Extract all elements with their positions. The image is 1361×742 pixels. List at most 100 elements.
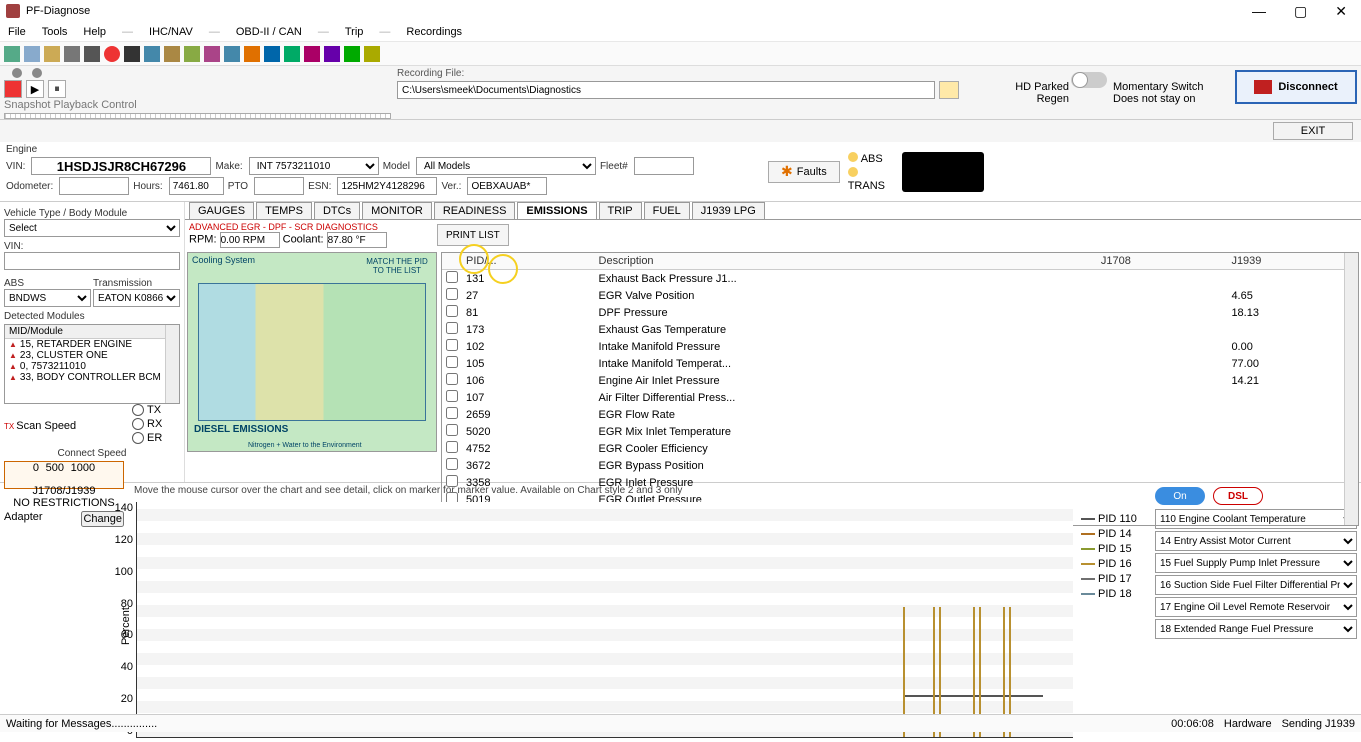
tab-temps[interactable]: TEMPS [256, 202, 312, 219]
esn-input[interactable] [337, 177, 437, 195]
vin-input[interactable] [31, 157, 211, 175]
tool-icon[interactable] [364, 46, 380, 62]
menu-ihcnav[interactable]: IHC/NAV [149, 26, 193, 38]
tx-radio[interactable]: TX [132, 404, 180, 416]
table-row[interactable]: 81DPF Pressure18.13 [442, 304, 1358, 321]
table-row[interactable]: 4752EGR Cooler Efficiency [442, 440, 1358, 457]
tool-icon[interactable] [224, 46, 240, 62]
menu-file[interactable]: File [8, 26, 26, 38]
row-checkbox[interactable] [446, 441, 458, 453]
table-row[interactable]: 2659EGR Flow Rate [442, 406, 1358, 423]
tab-emissions[interactable]: EMISSIONS [517, 202, 596, 219]
table-row[interactable]: 27EGR Valve Position4.65 [442, 287, 1358, 304]
tool-icon[interactable] [44, 46, 60, 62]
record-icon[interactable] [104, 46, 120, 62]
rx-radio[interactable]: RX [132, 418, 180, 430]
table-row[interactable]: 3672EGR Bypass Position [442, 457, 1358, 474]
row-checkbox[interactable] [446, 475, 458, 487]
table-row[interactable]: 5020EGR Mix Inlet Temperature [442, 423, 1358, 440]
row-checkbox[interactable] [446, 322, 458, 334]
tool-icon[interactable] [204, 46, 220, 62]
side-vin-input[interactable] [4, 252, 180, 270]
pid-select[interactable]: 14 Entry Assist Motor Current [1155, 531, 1357, 551]
tool-icon[interactable] [304, 46, 320, 62]
odo-input[interactable] [59, 177, 129, 195]
row-checkbox[interactable] [446, 356, 458, 368]
vehicle-type-select[interactable]: Select [4, 219, 180, 237]
module-item[interactable]: 15, RETARDER ENGINE [5, 339, 179, 350]
pid-select[interactable]: 16 Suction Side Fuel Filter Differential… [1155, 575, 1357, 595]
tool-icon[interactable] [144, 46, 160, 62]
pid-select[interactable]: 15 Fuel Supply Pump Inlet Pressure [1155, 553, 1357, 573]
scrollbar[interactable] [165, 325, 179, 403]
maximize-button[interactable]: ▢ [1294, 3, 1307, 20]
table-row[interactable]: 3358EGR Inlet Pressure [442, 474, 1358, 491]
row-checkbox[interactable] [446, 288, 458, 300]
stop-icon[interactable] [124, 46, 140, 62]
tool-icon[interactable] [324, 46, 340, 62]
pid-select[interactable]: 17 Engine Oil Level Remote Reservoir [1155, 597, 1357, 617]
table-row[interactable]: 106Engine Air Inlet Pressure14.21 [442, 372, 1358, 389]
row-checkbox[interactable] [446, 407, 458, 419]
make-select[interactable]: INT 7573211010 [249, 157, 379, 175]
abs-select[interactable]: BNDWS [4, 289, 91, 307]
row-checkbox[interactable] [446, 339, 458, 351]
tool-icon[interactable] [184, 46, 200, 62]
minimize-button[interactable]: — [1252, 3, 1266, 20]
ver-input[interactable] [467, 177, 547, 195]
row-checkbox[interactable] [446, 305, 458, 317]
recording-file-input[interactable] [397, 81, 935, 99]
menu-help[interactable]: Help [83, 26, 106, 38]
model-select[interactable]: All Models [416, 157, 596, 175]
tool-icon[interactable] [264, 46, 280, 62]
tab-readiness[interactable]: READINESS [434, 202, 516, 219]
er-radio[interactable]: ER [132, 432, 180, 444]
module-list[interactable]: MID/Module 15, RETARDER ENGINE23, CLUSTE… [4, 324, 180, 404]
tool-icon[interactable] [284, 46, 300, 62]
pause-button[interactable]: ⏸ [48, 80, 66, 98]
chart-plot[interactable]: Percent 140120100806040200 [136, 502, 1073, 738]
tool-icon[interactable] [64, 46, 80, 62]
row-checkbox[interactable] [446, 390, 458, 402]
row-checkbox[interactable] [446, 458, 458, 470]
tab-fuel[interactable]: FUEL [644, 202, 690, 219]
table-row[interactable]: 107Air Filter Differential Press... [442, 389, 1358, 406]
module-item[interactable]: 33, BODY CONTROLLER BCM [5, 372, 179, 383]
table-row[interactable]: 102Intake Manifold Pressure0.00 [442, 338, 1358, 355]
record-button[interactable] [4, 80, 22, 98]
row-checkbox[interactable] [446, 424, 458, 436]
browse-button[interactable] [939, 81, 959, 99]
tool-icon[interactable] [24, 46, 40, 62]
tool-icon[interactable] [244, 46, 260, 62]
playback-slider[interactable] [4, 113, 391, 119]
row-checkbox[interactable] [446, 373, 458, 385]
faults-button[interactable]: ✱ Faults [768, 161, 840, 183]
tab-gauges[interactable]: GAUGES [189, 202, 254, 219]
row-checkbox[interactable] [446, 271, 458, 283]
print-list-button[interactable]: PRINT LIST [437, 224, 509, 246]
tab-j1939lpg[interactable]: J1939 LPG [692, 202, 765, 219]
tool-icon[interactable] [344, 46, 360, 62]
table-row[interactable]: 173Exhaust Gas Temperature [442, 321, 1358, 338]
module-item[interactable]: 23, CLUSTER ONE [5, 350, 179, 361]
tab-trip[interactable]: TRIP [599, 202, 642, 219]
tool-icon[interactable] [84, 46, 100, 62]
pto-input[interactable] [254, 177, 304, 195]
module-item[interactable]: 0, 7573211010 [5, 361, 179, 372]
regen-toggle[interactable] [1071, 72, 1107, 88]
tab-dtcs[interactable]: DTCs [314, 202, 360, 219]
menu-trip[interactable]: Trip [345, 26, 364, 38]
exit-button[interactable]: EXIT [1273, 122, 1353, 140]
tool-icon[interactable] [4, 46, 20, 62]
tool-icon[interactable] [164, 46, 180, 62]
pid-select[interactable]: 18 Extended Range Fuel Pressure [1155, 619, 1357, 639]
close-button[interactable]: ✕ [1335, 3, 1347, 20]
hours-input[interactable] [169, 177, 224, 195]
fleet-input[interactable] [634, 157, 694, 175]
scrollbar[interactable] [1344, 253, 1358, 525]
trans-select[interactable]: EATON K086696! [93, 289, 180, 307]
menu-tools[interactable]: Tools [42, 26, 68, 38]
table-row[interactable]: 131Exhaust Back Pressure J1... [442, 270, 1358, 288]
tab-monitor[interactable]: MONITOR [362, 202, 432, 219]
menu-obdiican[interactable]: OBD-II / CAN [236, 26, 302, 38]
